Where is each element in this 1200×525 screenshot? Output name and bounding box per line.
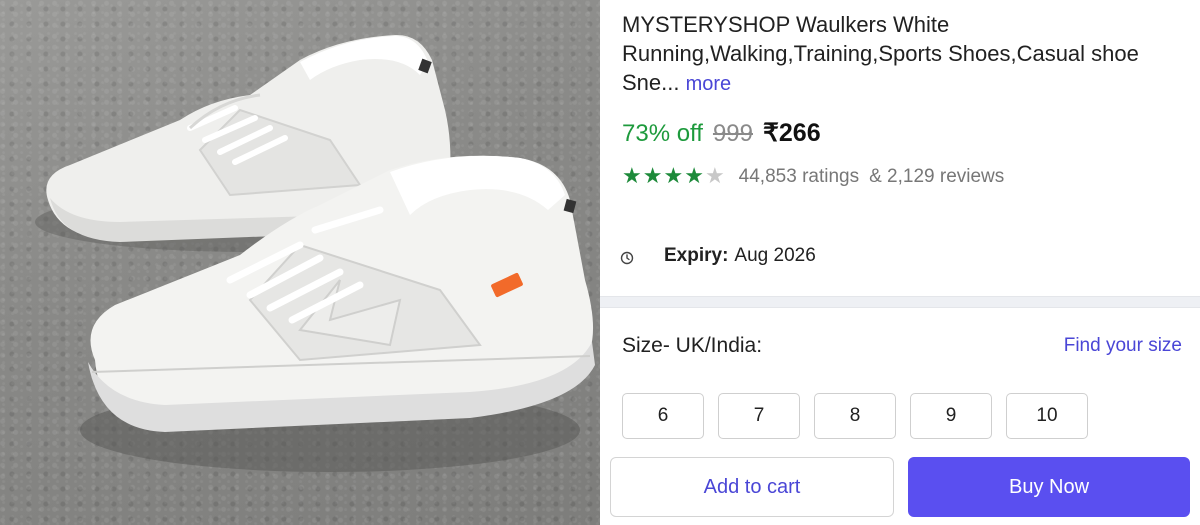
- find-your-size-link[interactable]: Find your size: [1064, 335, 1182, 357]
- price-row: 73% off 999 ₹266: [622, 118, 821, 148]
- star-icon: ★: [663, 164, 684, 189]
- discount-badge: 73% off: [622, 120, 703, 147]
- original-price: 999: [712, 120, 753, 147]
- selling-price: ₹266: [763, 119, 821, 147]
- sneakers-illustration: [35, 34, 595, 472]
- product-title: MYSTERYSHOP Waulkers White Running,Walki…: [622, 10, 1182, 99]
- more-link[interactable]: more: [686, 73, 732, 95]
- size-option[interactable]: 9: [910, 393, 992, 439]
- size-option[interactable]: 7: [718, 393, 800, 439]
- expiry-label: Expiry:: [664, 245, 729, 266]
- section-divider: [600, 296, 1200, 308]
- product-details: MYSTERYSHOP Waulkers White Running,Walki…: [600, 0, 1200, 525]
- action-buttons: Add to cart Buy Now: [610, 457, 1190, 517]
- product-image: [0, 0, 600, 525]
- expiry-value: Aug 2026: [734, 245, 816, 266]
- star-empty-icon: ★: [704, 164, 725, 189]
- rating-row[interactable]: ★ ★ ★ ★ ★ 44,853 ratings & 2,129 reviews: [622, 166, 1004, 188]
- star-rating: ★ ★ ★ ★ ★: [622, 166, 725, 188]
- add-to-cart-button[interactable]: Add to cart: [610, 457, 894, 517]
- star-icon: ★: [684, 164, 704, 189]
- expiry-row: Expiry: Aug 2026: [620, 245, 816, 267]
- buy-now-button[interactable]: Buy Now: [908, 457, 1190, 517]
- star-icon: ★: [622, 164, 642, 189]
- size-option[interactable]: 8: [814, 393, 896, 439]
- size-label: Size- UK/India:: [622, 334, 763, 357]
- ratings-count: 44,853 ratings: [738, 166, 860, 187]
- star-icon: ★: [642, 164, 663, 189]
- reviews-count: & 2,129 reviews: [869, 166, 1005, 187]
- size-option[interactable]: 6: [622, 393, 704, 439]
- size-header: Size- UK/India: Find your size: [622, 334, 1182, 358]
- size-option[interactable]: 10: [1006, 393, 1088, 439]
- clock-icon: [620, 251, 634, 265]
- size-options: 6 7 8 9 10: [622, 393, 1088, 439]
